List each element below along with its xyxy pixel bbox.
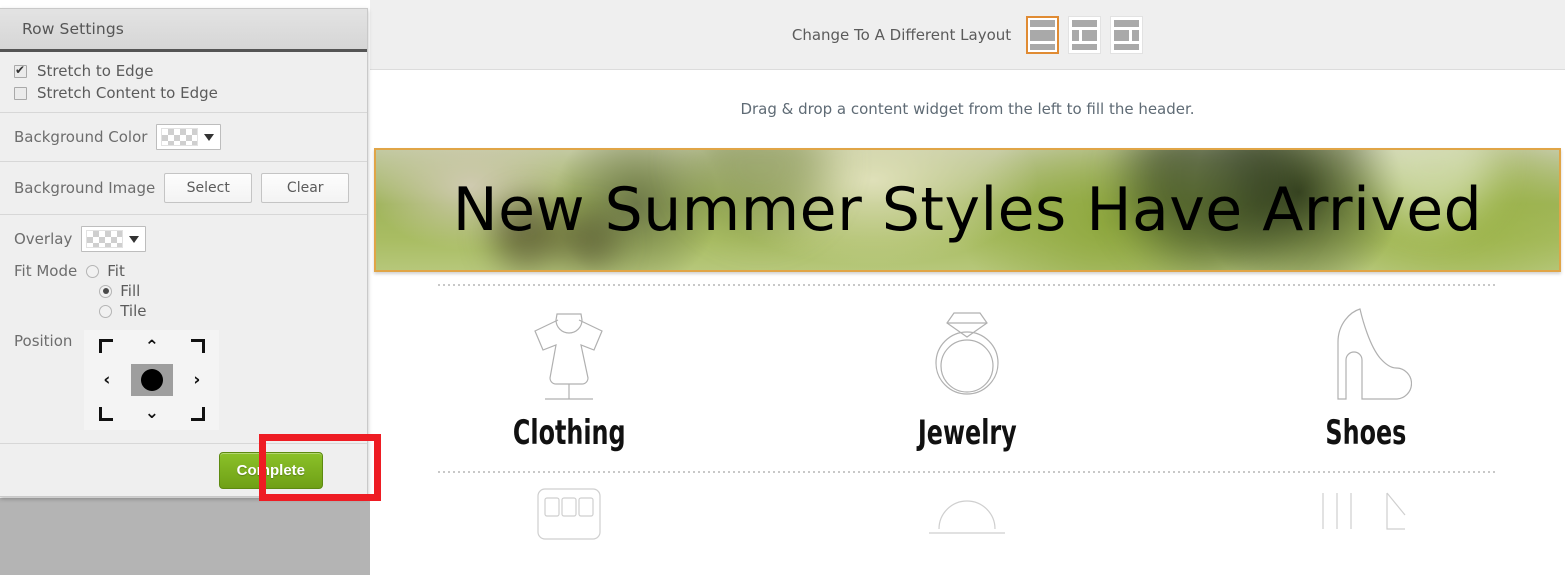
background-image-label: Background Image	[14, 179, 156, 197]
background-color-section: Background Color	[0, 113, 367, 162]
fit-mode-option-fill[interactable]: Fill	[99, 281, 146, 301]
accessories-icon	[1311, 485, 1421, 549]
complete-button[interactable]: Complete	[218, 451, 323, 489]
fill-label: Fill	[120, 282, 141, 300]
position-center-button[interactable]	[129, 363, 174, 396]
page-background-fill	[0, 498, 370, 575]
fit-label: Fit	[107, 262, 125, 280]
corner-top-right-icon	[189, 338, 205, 355]
chevron-right-icon: ›	[193, 369, 201, 390]
row-settings-panel: Row Settings Stretch to Edge Stretch Con…	[0, 8, 368, 497]
category-shoes[interactable]: Shoes	[1167, 300, 1565, 453]
stretch-content-to-edge-label: Stretch Content to Edge	[37, 84, 218, 102]
hat-icon	[923, 485, 1011, 549]
category-handbag[interactable]	[370, 485, 768, 549]
panel-title: Row Settings	[22, 20, 124, 38]
radio-fill[interactable]	[99, 284, 113, 298]
chevron-down-icon	[129, 235, 140, 243]
radio-fit[interactable]	[86, 264, 100, 278]
clear-image-button[interactable]: Clear	[261, 173, 350, 203]
category-label: Jewelry	[918, 413, 1017, 453]
select-image-button[interactable]: Select	[164, 173, 253, 203]
category-row: Clothing Jewelry Shoes	[370, 300, 1565, 453]
stretch-to-edge-row[interactable]: Stretch to Edge	[0, 60, 367, 82]
stretch-to-edge-checkbox[interactable]	[14, 63, 27, 78]
chevron-up-icon: ⌃	[144, 336, 160, 357]
panel-footer: Complete	[0, 443, 367, 496]
background-color-swatch	[161, 128, 199, 146]
row-separator	[438, 284, 1497, 286]
editor-canvas: Change To A Different Layout Drag & drop…	[370, 0, 1565, 575]
fit-mode-option-tile[interactable]: Tile	[99, 301, 147, 321]
layout-options	[1026, 15, 1144, 54]
chevron-down-icon	[204, 133, 215, 141]
position-top-right-button[interactable]	[174, 330, 219, 363]
position-bottom-right-button[interactable]	[174, 397, 219, 430]
high-heel-icon	[1320, 300, 1412, 405]
background-color-picker[interactable]	[156, 124, 222, 150]
chevron-down-icon: ⌄	[144, 403, 160, 424]
position-center-indicator	[130, 363, 173, 396]
layout-option-single-column[interactable]	[1026, 15, 1060, 54]
stretch-content-to-edge-row[interactable]: Stretch Content to Edge	[0, 82, 367, 104]
tile-label: Tile	[120, 302, 147, 320]
category-jewelry[interactable]: Jewelry	[768, 300, 1166, 453]
radio-tile[interactable]	[99, 304, 113, 318]
fit-mode-options: Fit Fill Tile	[86, 261, 147, 321]
hero-banner-text: New Summer Styles Have Arrived	[452, 175, 1483, 245]
position-label: Position	[14, 332, 73, 350]
overlay-color-picker[interactable]	[81, 226, 147, 252]
position-right-button[interactable]: ›	[174, 363, 219, 396]
change-layout-label: Change To A Different Layout	[791, 25, 1012, 44]
position-top-button[interactable]: ⌃	[129, 330, 174, 363]
handbag-icon	[525, 485, 613, 549]
overlay-row: Overlay	[0, 223, 367, 255]
position-bottom-button[interactable]: ⌄	[129, 397, 174, 430]
category-label: Clothing	[512, 413, 626, 453]
corner-bottom-right-icon	[189, 405, 205, 422]
corner-bottom-left-icon	[98, 405, 115, 422]
position-bottom-left-button[interactable]	[84, 397, 129, 430]
category-clothing[interactable]: Clothing	[370, 300, 768, 453]
fit-mode-option-fit[interactable]: Fit	[86, 261, 146, 281]
category-hat[interactable]	[768, 485, 1166, 549]
stretch-options-section: Stretch to Edge Stretch Content to Edge	[0, 52, 367, 113]
layout-option-two-column-right[interactable]	[1110, 15, 1144, 54]
layout-option-two-column-left[interactable]	[1068, 15, 1102, 54]
category-accessories[interactable]	[1167, 485, 1565, 549]
stretch-to-edge-label: Stretch to Edge	[37, 62, 154, 80]
background-image-section: Background Image Select Clear	[0, 162, 367, 215]
category-label: Shoes	[1325, 413, 1407, 453]
background-image-row: Background Image Select Clear	[0, 170, 367, 206]
background-color-row: Background Color	[0, 121, 367, 153]
category-row-2	[370, 485, 1565, 549]
overlay-color-swatch	[86, 230, 124, 248]
chevron-left-icon: ‹	[103, 369, 111, 390]
header-drop-hint[interactable]: Drag & drop a content widget from the le…	[370, 70, 1565, 148]
stretch-content-to-edge-checkbox[interactable]	[14, 86, 27, 100]
layout-toolbar: Change To A Different Layout	[370, 0, 1565, 70]
fit-mode-label: Fit Mode	[14, 262, 78, 280]
ring-icon	[921, 300, 1013, 405]
background-color-label: Background Color	[14, 128, 148, 146]
panel-header: Row Settings	[0, 9, 367, 52]
position-row: Position ⌃ ‹ › ⌄	[0, 324, 367, 438]
image-options-section: Overlay Fit Mode Fit Fill Tile Position …	[0, 215, 367, 446]
position-pad: ⌃ ‹ › ⌄	[84, 330, 220, 430]
fit-mode-row: Fit Mode Fit Fill Tile	[0, 255, 367, 324]
position-left-button[interactable]: ‹	[84, 363, 129, 396]
dress-icon	[523, 300, 615, 405]
row-separator-2	[438, 471, 1497, 473]
overlay-label: Overlay	[14, 230, 73, 248]
position-top-left-button[interactable]	[84, 330, 129, 363]
hero-banner[interactable]: New Summer Styles Have Arrived	[374, 148, 1561, 272]
corner-top-left-icon	[98, 338, 115, 355]
